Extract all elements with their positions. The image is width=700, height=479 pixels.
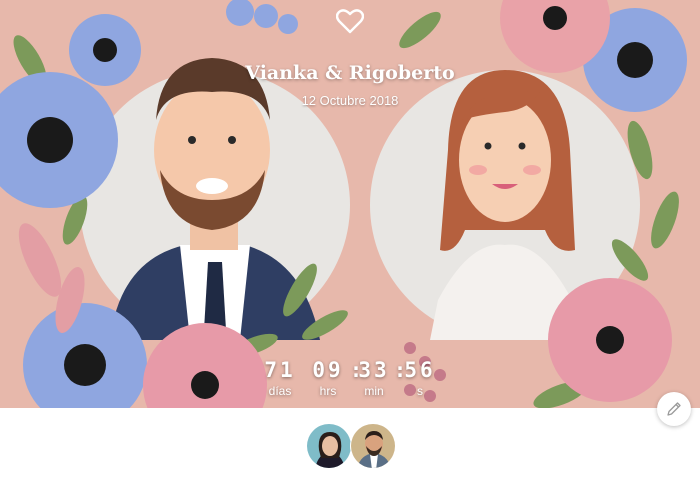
couple-names: Vianka & Rigoberto xyxy=(245,62,455,84)
countdown-seconds-value: 56 xyxy=(404,358,436,382)
avatar-groom[interactable] xyxy=(350,423,396,469)
countdown-minutes-value: 33 xyxy=(358,358,390,382)
hero-illustration: Vianka & Rigoberto 12 Octubre 2018 71 dí… xyxy=(0,0,700,408)
countdown-days: 71 días xyxy=(258,358,302,398)
heart-icon xyxy=(335,8,365,34)
countdown-seconds: 56 s xyxy=(398,358,442,398)
countdown-hours-label: hrs xyxy=(319,384,337,398)
countdown-minutes: 33 min xyxy=(352,358,396,398)
countdown-minutes-label: min xyxy=(364,384,384,398)
countdown-days-value: 71 xyxy=(264,358,296,382)
edit-button[interactable] xyxy=(657,392,691,426)
pencil-icon xyxy=(667,402,681,416)
avatar-bride[interactable] xyxy=(306,423,352,469)
couple-avatars xyxy=(306,423,398,471)
countdown-seconds-label: s xyxy=(417,384,423,398)
wedding-date: 12 Octubre 2018 xyxy=(301,93,399,108)
countdown-hours-value: 09 xyxy=(312,358,344,382)
countdown-days-label: días xyxy=(268,384,292,398)
countdown-hours: 09 hrs xyxy=(306,358,350,398)
countdown-timer: 71 días 09 hrs : 33 min : 56 s xyxy=(258,358,448,402)
